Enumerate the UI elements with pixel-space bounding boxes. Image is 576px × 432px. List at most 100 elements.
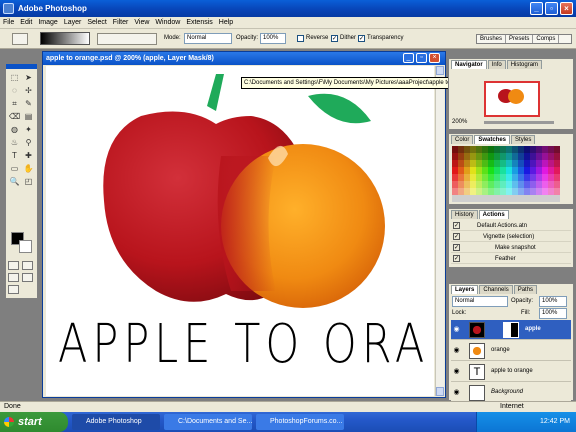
gradient-preview[interactable] [40, 32, 90, 45]
menu-select[interactable]: Select [84, 17, 109, 29]
swatch-cell[interactable] [554, 188, 560, 195]
tool-icon-16[interactable]: 🔍 [8, 176, 21, 187]
tab-color[interactable]: Color [451, 135, 474, 144]
tool-icon-17[interactable]: ◰ [22, 176, 35, 187]
document-canvas[interactable]: APPLE TO ORANGE [46, 66, 434, 396]
minimize-icon[interactable]: _ [530, 2, 543, 15]
tool-icon-5[interactable]: ✎ [22, 98, 35, 109]
gradient-type-buttons[interactable] [97, 33, 157, 45]
menu-edit[interactable]: Edit [17, 17, 35, 29]
tab-history[interactable]: History [451, 210, 478, 219]
tab-actions[interactable]: Actions [478, 210, 509, 219]
swatch-cell[interactable] [554, 181, 560, 188]
menu-image[interactable]: Image [35, 17, 60, 29]
well-tab-brushes[interactable]: Brushes [477, 35, 507, 43]
document-title[interactable]: apple to orange.psd @ 200% (apple, Layer… [43, 52, 445, 65]
layer-opacity-input[interactable]: 100% [539, 296, 567, 307]
menu-view[interactable]: View [131, 17, 152, 29]
tool-icon-7[interactable]: ▤ [22, 111, 35, 122]
document-vertical-scrollbar[interactable] [435, 66, 444, 396]
screen-mode-icon[interactable] [8, 273, 19, 282]
tool-icon-9[interactable]: ✦ [22, 124, 35, 135]
taskbar-item[interactable]: C:\Documents and Se... [164, 414, 252, 430]
restore-icon[interactable]: ▫ [545, 2, 558, 15]
menu-filter[interactable]: Filter [110, 17, 132, 29]
navigator-zoom[interactable]: 200% [452, 119, 467, 125]
swatch-cell[interactable] [554, 160, 560, 167]
tab-styles[interactable]: Styles [511, 135, 536, 144]
navigator-thumbnail[interactable] [484, 81, 540, 117]
layer-fill-input[interactable]: 100% [539, 308, 567, 319]
tool-icon-12[interactable]: T [8, 150, 21, 161]
tool-icon-8[interactable]: ◍ [8, 124, 21, 135]
menu-file[interactable]: File [0, 17, 17, 29]
layer-row-apple-to-orange[interactable]: ◉ Tapple to orange [451, 362, 571, 382]
doc-close-icon[interactable]: × [429, 53, 440, 63]
tool-icon-4[interactable]: ⌗ [8, 98, 21, 109]
tool-icon-14[interactable]: ▭ [8, 163, 21, 174]
layer-row-background[interactable]: ◉ Background [451, 383, 571, 403]
tool-icon-3[interactable]: ✢ [22, 85, 35, 96]
tab-swatches[interactable]: Swatches [474, 135, 511, 144]
transparency-checkbox[interactable]: ✓ [358, 35, 365, 42]
tab-layers[interactable]: Layers [451, 285, 479, 294]
action-toggle-icon[interactable]: ✓ [453, 244, 460, 251]
swatch-grid[interactable] [452, 146, 562, 202]
taskbar-item[interactable]: Adobe Photoshop [72, 414, 160, 430]
tool-icon-2[interactable]: ◌ [8, 85, 21, 96]
scroll-up-icon[interactable] [436, 66, 444, 75]
tab-channels[interactable]: Channels [479, 285, 513, 294]
swatch-cell[interactable] [554, 195, 560, 202]
doc-maximize-icon[interactable]: ▫ [416, 53, 427, 63]
action-item[interactable]: ✓ Feather [451, 254, 571, 264]
eye-icon[interactable]: ◉ [452, 389, 461, 397]
layer-row-orange[interactable]: ◉ orange [451, 341, 571, 361]
tab-histogram[interactable]: Histogram [506, 60, 543, 69]
swatch-cell[interactable] [554, 167, 560, 174]
zoom-slider[interactable] [484, 121, 554, 124]
tool-icon-10[interactable]: ♨ [8, 137, 21, 148]
tool-icon-15[interactable]: ✋ [22, 163, 35, 174]
action-item[interactable]: ✓ Make snapshot [451, 243, 571, 253]
tab-info[interactable]: Info [487, 60, 506, 69]
tool-icon-13[interactable]: ✚ [22, 150, 35, 161]
action-item[interactable]: ✓ Vignette (selection) [451, 232, 571, 242]
mode-select[interactable]: Normal [184, 33, 232, 44]
layer-mask-thumbnail[interactable] [503, 322, 519, 338]
layer-row-apple[interactable]: ◉ apple [451, 320, 571, 340]
well-tab-comps[interactable]: Comps [533, 35, 560, 43]
eye-icon[interactable]: ◉ [452, 347, 461, 355]
dither-checkbox[interactable]: ✓ [331, 35, 338, 42]
tab-navigator[interactable]: Navigator [451, 60, 487, 69]
blend-mode-select[interactable]: Normal [452, 296, 508, 307]
tool-icon-6[interactable]: ⌫ [8, 111, 21, 122]
close-icon[interactable]: × [560, 2, 573, 15]
fullscreen-mode-icon[interactable] [22, 273, 33, 282]
swatch-cell[interactable] [554, 174, 560, 181]
swatch-cell[interactable] [554, 153, 560, 160]
menu-extensis[interactable]: Extensis [183, 17, 215, 29]
tool-icon-0[interactable]: ⬚ [8, 72, 21, 83]
doc-minimize-icon[interactable]: _ [403, 53, 414, 63]
well-tab-presets[interactable]: Presets [506, 35, 534, 43]
swatch-cell[interactable] [554, 146, 560, 153]
scroll-down-icon[interactable] [436, 387, 444, 396]
action-toggle-icon[interactable]: ✓ [453, 255, 460, 262]
eye-icon[interactable]: ◉ [452, 368, 461, 376]
toolbox-grip[interactable] [6, 64, 37, 69]
tab-paths[interactable]: Paths [513, 285, 538, 294]
eye-icon[interactable]: ◉ [452, 326, 461, 334]
reverse-checkbox[interactable] [297, 35, 304, 42]
gradient-tool-preset-icon[interactable] [12, 33, 28, 45]
menu-layer[interactable]: Layer [61, 17, 85, 29]
quick-mask-icon[interactable] [8, 261, 19, 270]
jump-to-imageready-icon[interactable] [8, 285, 19, 294]
opacity-input[interactable]: 100% [260, 33, 286, 44]
menu-window[interactable]: Window [152, 17, 183, 29]
action-item[interactable]: ✓ Default Actions.atn [451, 221, 571, 231]
tool-icon-1[interactable]: ➤ [22, 72, 35, 83]
taskbar-item[interactable]: PhotoshopForums.co... [256, 414, 344, 430]
action-toggle-icon[interactable]: ✓ [453, 222, 460, 229]
action-toggle-icon[interactable]: ✓ [453, 233, 460, 240]
menu-help[interactable]: Help [216, 17, 236, 29]
